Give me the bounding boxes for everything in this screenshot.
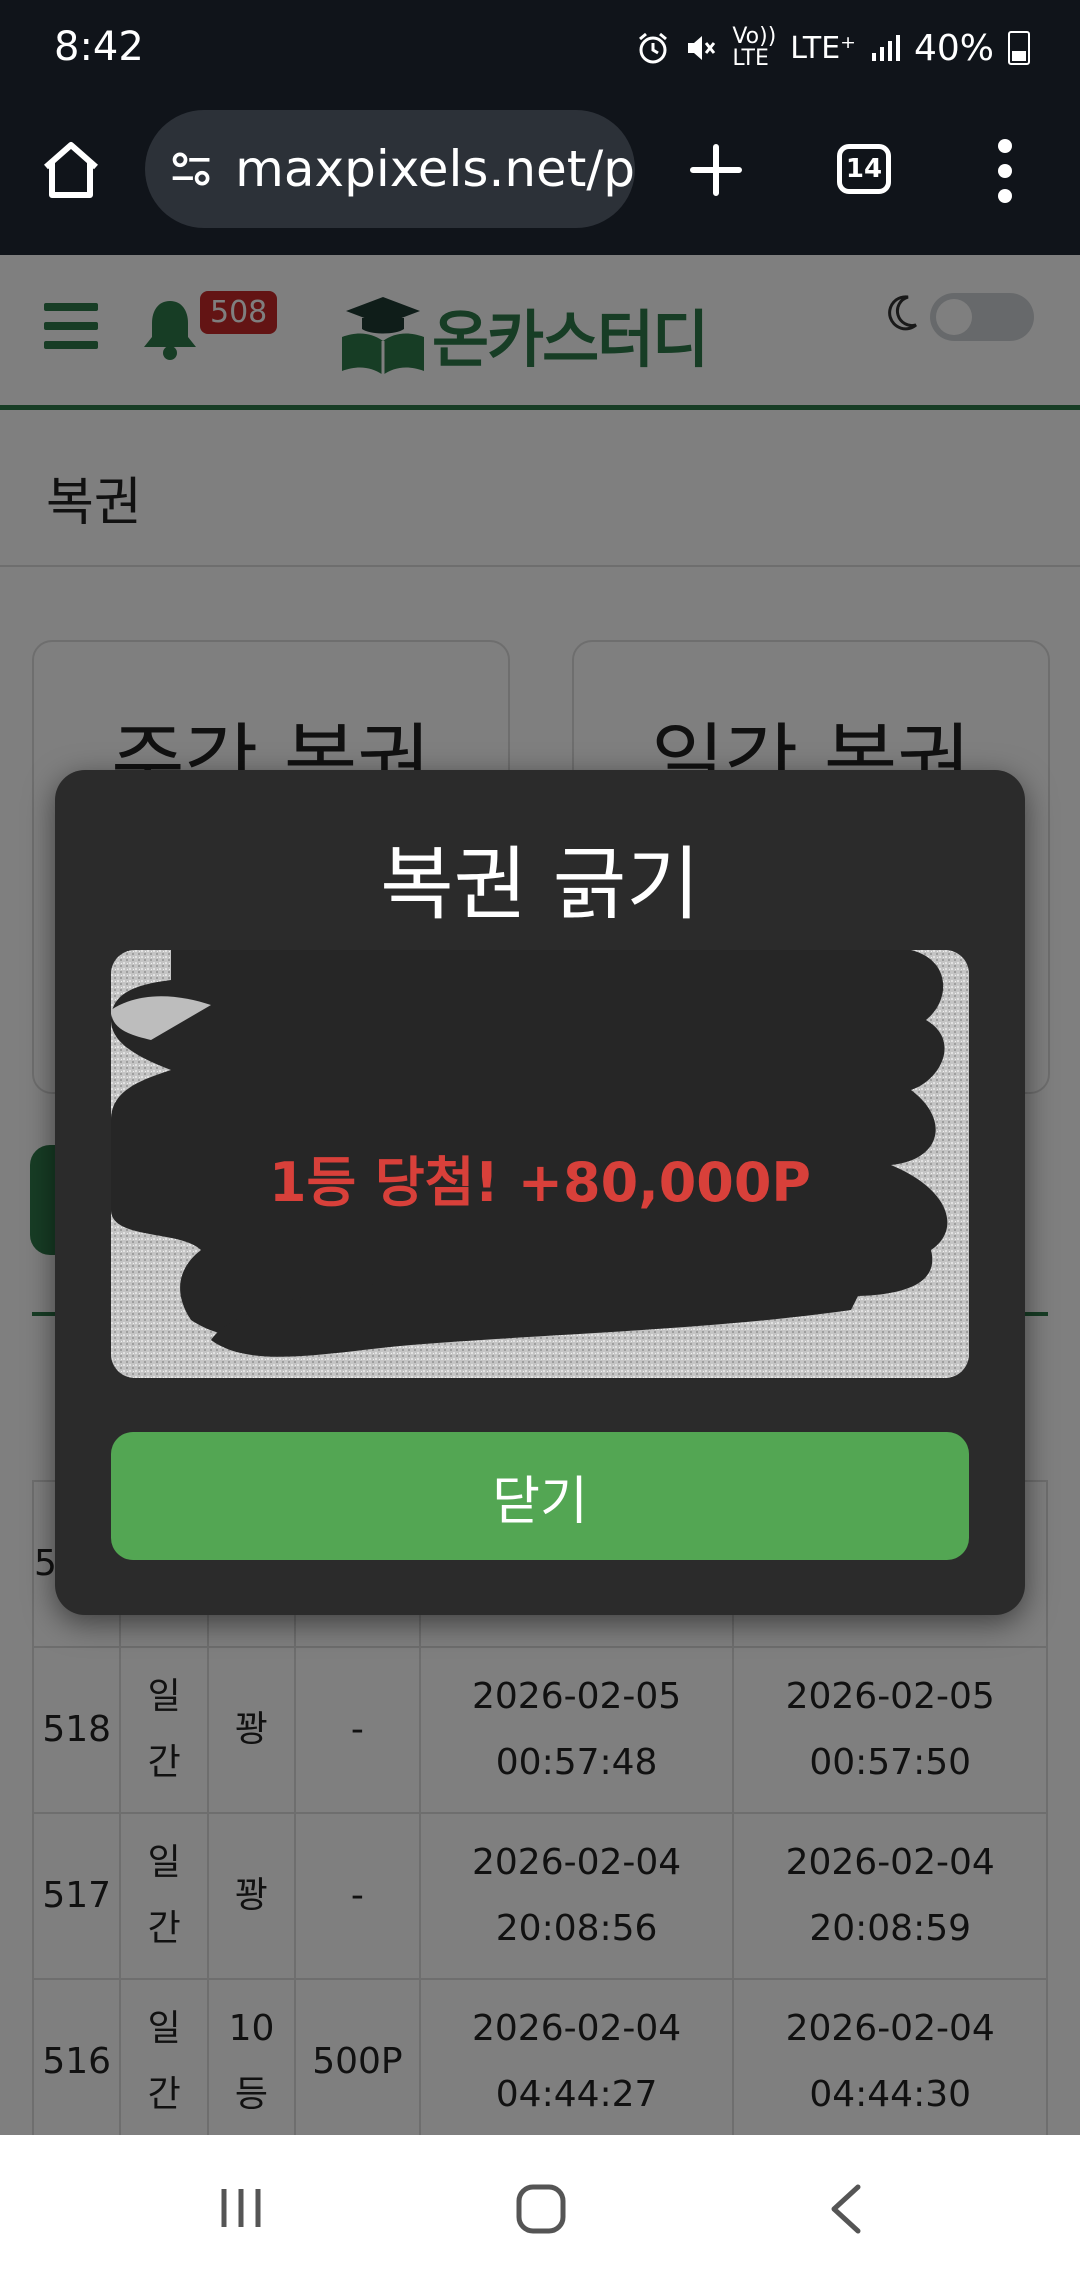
mute-icon <box>688 36 716 60</box>
home-nav-icon[interactable] <box>515 2183 567 2235</box>
scratch-result-text: 1등 당첨! +80,000P <box>268 1151 812 1214</box>
alarm-icon <box>639 32 668 64</box>
scratch-lottery-modal: 복권 긁기 1등 당첨! +80,000P 닫기 <box>55 770 1025 1615</box>
url-text[interactable]: maxpixels.net/p <box>235 140 635 198</box>
browser-toolbar: maxpixels.net/p 14 <box>0 100 1080 255</box>
scratch-card[interactable]: 1등 당첨! +80,000P <box>111 950 969 1378</box>
battery-icon <box>1008 31 1030 65</box>
site-settings-icon[interactable] <box>169 145 213 193</box>
more-options-icon[interactable] <box>995 138 1015 204</box>
signal-icon <box>871 35 900 61</box>
home-icon[interactable] <box>38 137 104 203</box>
url-bar[interactable]: maxpixels.net/p <box>145 110 635 228</box>
system-navigation-bar <box>0 2135 1080 2280</box>
new-tab-icon[interactable] <box>683 137 749 203</box>
clock: 8:42 <box>54 24 144 70</box>
battery-percent: 40% <box>913 27 994 69</box>
tab-switcher-button[interactable]: 14 <box>837 144 891 194</box>
close-button[interactable]: 닫기 <box>111 1432 969 1560</box>
status-icons: Vo)) LTE LTE⁺ 40% <box>636 26 1030 70</box>
modal-title: 복권 긁기 <box>380 838 700 931</box>
back-icon[interactable] <box>826 2183 866 2235</box>
lte-indicator: LTE⁺ <box>790 30 856 66</box>
recent-apps-icon[interactable] <box>216 2183 266 2233</box>
volte-icon: Vo)) LTE <box>732 24 777 71</box>
status-bar: 8:42 Vo)) LTE LTE⁺ 40% <box>0 0 1080 100</box>
